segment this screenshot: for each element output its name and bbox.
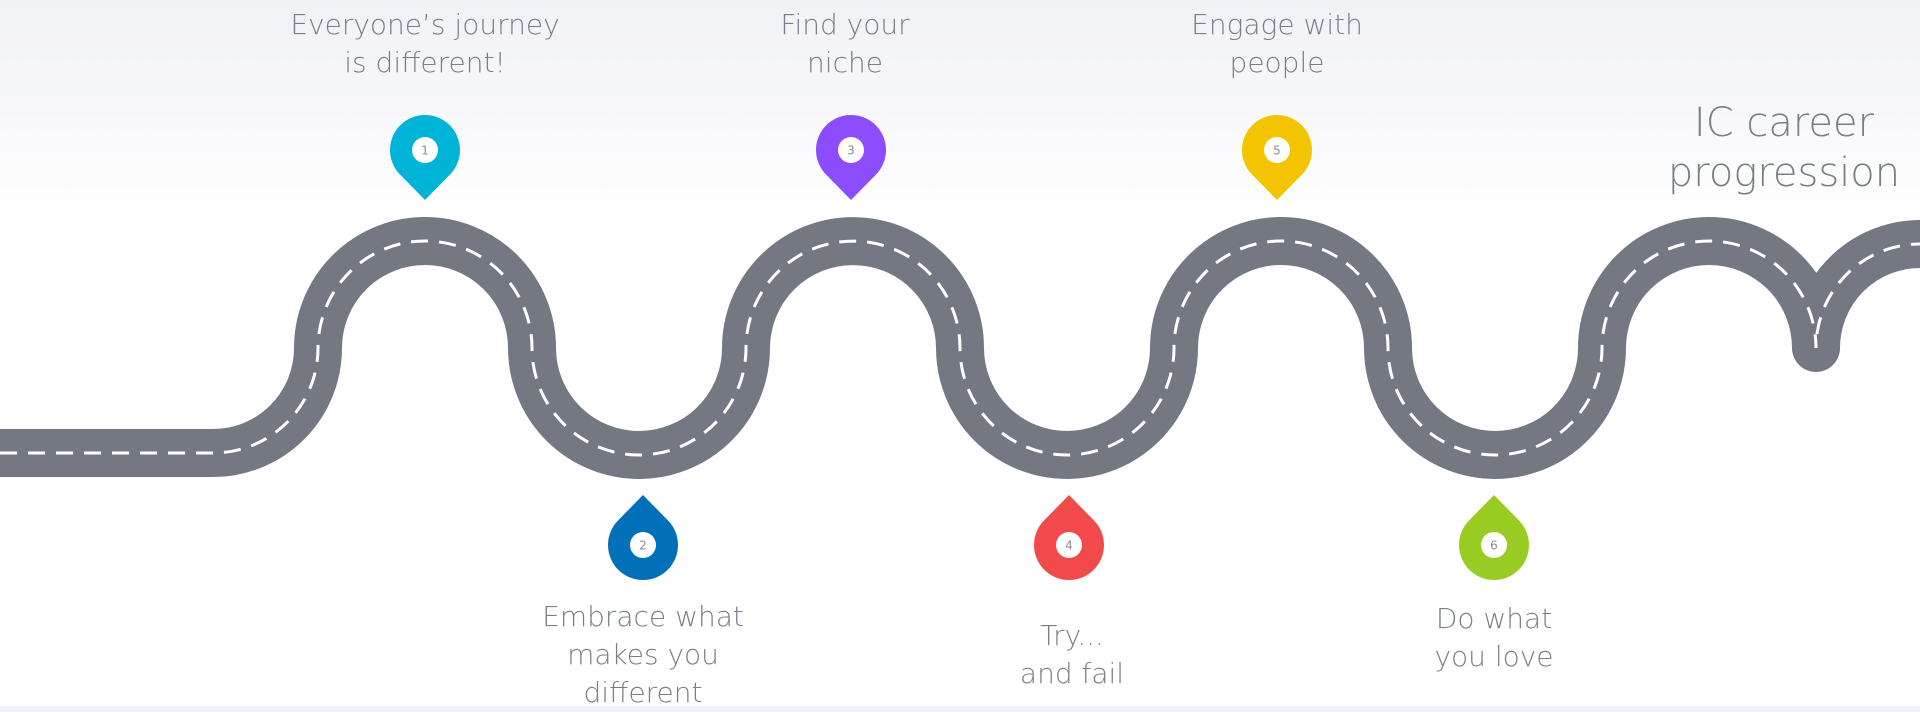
milestone-4-line-2: and fail [1019,657,1125,690]
map-pin-3-icon: 3 [815,114,886,200]
milestone-5-label: Engage with people [1191,6,1363,82]
milestone-6-label: Do what you love [1434,600,1553,676]
milestone-4-label: Try... and fail [1020,617,1124,693]
milestone-5-line-2: people [1229,46,1325,79]
title-line-2: progression [1667,150,1901,196]
map-pin-3-number: 3 [847,144,855,158]
map-pin-5-number: 5 [1273,144,1281,158]
milestone-5-line-1: Engage with [1191,8,1363,41]
milestone-3-label: Find your niche [780,6,909,82]
map-pin-1-number: 1 [421,144,429,158]
map-pin-4-icon: 4 [1034,495,1104,581]
map-pin-1-icon: 1 [389,114,460,200]
milestone-2-line-2: makes you [567,638,719,671]
milestone-6-line-1: Do what [1435,602,1553,635]
map-pin-6-icon: 6 [1459,495,1530,581]
milestone-2-line-3: different [583,676,703,709]
milestone-1-line-1: Everyone’s journey [290,8,560,41]
map-pin-2-icon: 2 [608,495,679,581]
milestone-2-line-1: Embrace what [542,600,744,633]
career-roadmap-diagram: 1 2 3 4 5 6 [0,114,1920,581]
title-line-1: IC career [1693,100,1875,146]
milestone-1-label: Everyone’s journey is different! [290,6,559,82]
milestone-4-line-1: Try... [1040,619,1104,652]
milestone-1-line-2: is different! [344,46,506,79]
map-pin-6-number: 6 [1490,539,1498,553]
map-pin-5-icon: 5 [1242,114,1312,200]
map-pin-2-number: 2 [639,539,647,553]
milestone-3-line-2: niche [807,46,883,79]
milestone-6-line-2: you love [1434,640,1554,673]
diagram-title: IC career progression [1668,98,1900,198]
map-pin-4-number: 4 [1065,539,1073,553]
milestone-2-label: Embrace what makes you different [542,598,744,712]
milestone-3-line-1: Find your [780,8,910,41]
